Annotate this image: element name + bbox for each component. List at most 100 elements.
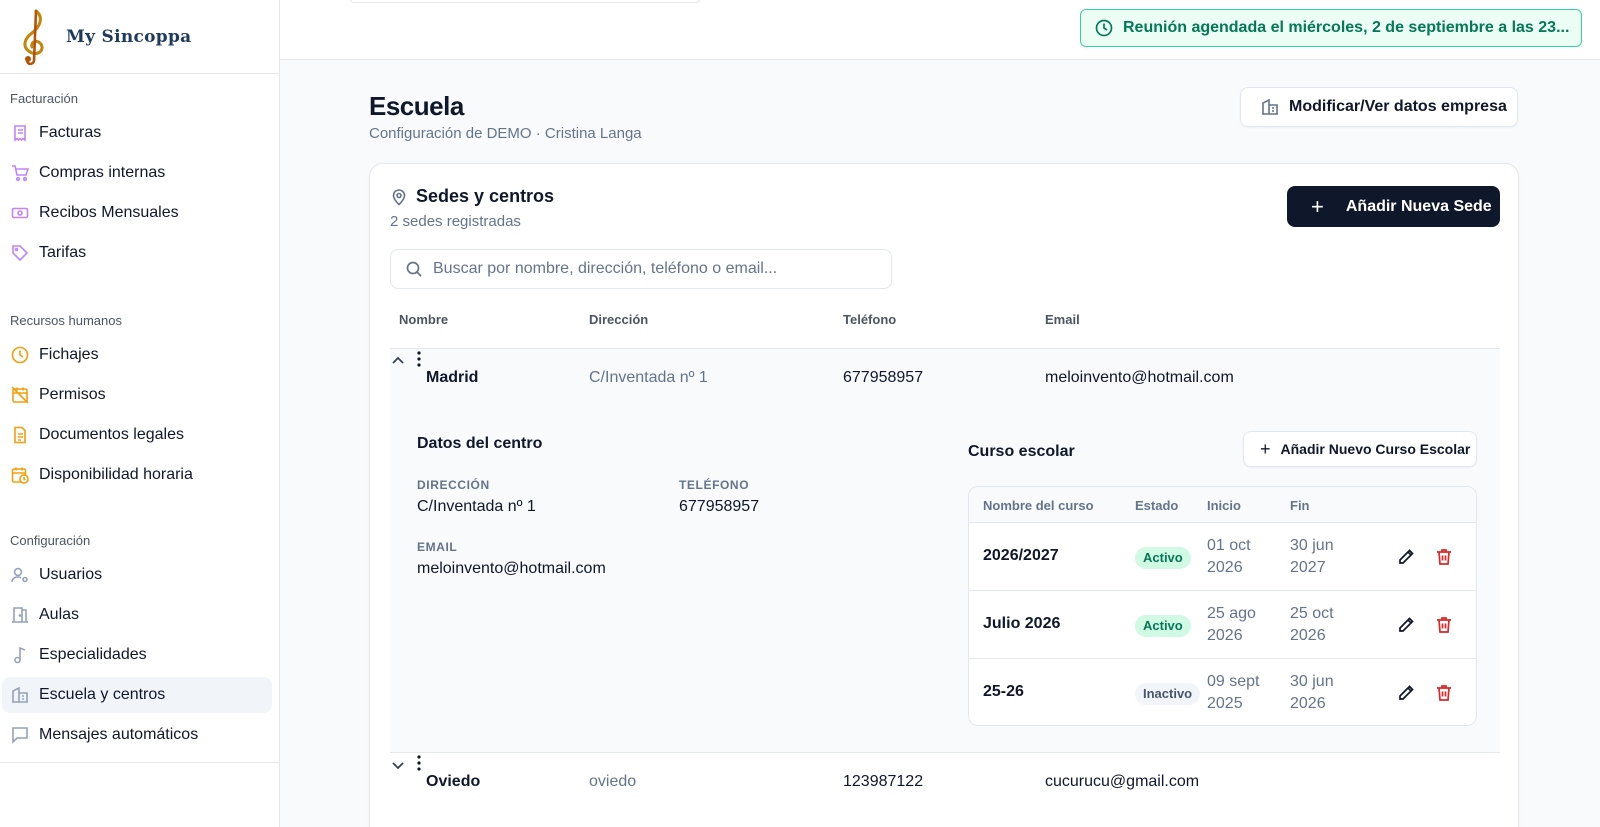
sidebar-item-label: Usuarios: [39, 566, 103, 583]
course-row: 2026/2027 Activo 01 oct 2026 30 jun 2027: [969, 523, 1476, 591]
course-start: 01 oct 2026: [1207, 537, 1251, 576]
sidebar-item-mensajes[interactable]: Mensajes automáticos: [2, 717, 272, 753]
table-row[interactable]: Madrid C/Inventada nº 1 677958957 meloin…: [390, 349, 1500, 408]
sidebar-item-label: Facturas: [39, 124, 102, 141]
clock-icon: [11, 346, 29, 364]
add-course-button[interactable]: + Añadir Nuevo Curso Escolar: [1243, 431, 1477, 467]
section-title-hr: Recursos humanos: [10, 313, 122, 328]
section-title-config: Configuración: [10, 533, 91, 548]
course-end: 30 jun 2026: [1290, 673, 1334, 712]
course-start: 25 ago 2026: [1207, 605, 1256, 644]
sidebar-item-aulas[interactable]: Aulas: [2, 597, 272, 633]
course-name: 2026/2027: [983, 547, 1059, 564]
building-icon: [11, 686, 29, 704]
col-direccion: Dirección: [589, 312, 649, 327]
sede-phone: 123987122: [843, 773, 924, 790]
table-header: Nombre Dirección Teléfono Email: [390, 312, 1500, 338]
table-row[interactable]: Oviedo oviedo 123987122 cucurucu@gmail.c…: [390, 753, 1500, 812]
chevron-down-icon[interactable]: [390, 757, 406, 773]
brand[interactable]: My Sincoppa: [0, 0, 279, 74]
col-email: Email: [1045, 312, 1080, 327]
sidebar-item-label: Mensajes automáticos: [39, 726, 199, 743]
sedes-card: Sedes y centros 2 sedes registradas + Añ…: [369, 163, 1519, 827]
sede-email: meloinvento@hotmail.com: [1045, 369, 1234, 386]
brand-name: My Sincoppa: [66, 26, 192, 47]
sidebar-item-label: Tarifas: [39, 244, 87, 261]
col-telefono: Teléfono: [843, 312, 897, 327]
building-icon: [1262, 98, 1278, 115]
sidebar-item-tarifas[interactable]: Tarifas: [2, 235, 272, 271]
sede-email: cucurucu@gmail.com: [1045, 773, 1200, 790]
receipt-icon: [11, 124, 29, 142]
pencil-icon[interactable]: [1396, 683, 1416, 703]
treble-clef-logo: [23, 9, 44, 65]
card-title: Sedes y centros: [390, 186, 554, 207]
sidebar-item-disponibilidad[interactable]: Disponibilidad horaria: [2, 457, 272, 493]
clock-icon: [1095, 19, 1113, 37]
sidebar-item-label: Documentos legales: [39, 426, 184, 443]
chevron-up-icon[interactable]: [390, 353, 406, 369]
map-pin-icon: [392, 188, 406, 206]
status-badge: Inactivo: [1135, 683, 1201, 705]
col-course-status: Estado: [1135, 498, 1179, 513]
sidebar-item-label: Permisos: [39, 386, 106, 403]
detail-phone: 677958957: [679, 498, 760, 515]
meeting-toast[interactable]: Reunión agendada el miércoles, 2 de sept…: [1080, 9, 1582, 47]
trash-icon[interactable]: [1434, 615, 1454, 635]
sidebar: My Sincoppa Facturación Facturas Compras…: [0, 0, 280, 827]
sidebar-item-especialidades[interactable]: Especialidades: [2, 637, 272, 673]
sidebar-item-escuela[interactable]: Escuela y centros: [2, 677, 272, 713]
user-cog-icon: [11, 566, 29, 584]
add-sede-label: Añadir Nueva Sede: [1345, 197, 1492, 215]
add-sede-button[interactable]: + Añadir Nueva Sede: [1287, 186, 1500, 227]
detail-address-label: DIRECCIÓN: [417, 478, 490, 492]
door-icon: [11, 606, 29, 624]
sidebar-divider: [0, 762, 280, 763]
page-subtitle: Configuración de DEMO · Cristina Langa: [369, 125, 642, 142]
sidebar-item-label: Escuela y centros: [39, 686, 166, 703]
detail-email-label: EMAIL: [417, 540, 458, 554]
sidebar-item-permisos[interactable]: Permisos: [2, 377, 272, 413]
trash-icon[interactable]: [1434, 547, 1454, 567]
sidebar-item-facturas[interactable]: Facturas: [2, 115, 272, 151]
sidebar-item-documentos[interactable]: Documentos legales: [2, 417, 272, 453]
course-end: 30 jun 2027: [1290, 537, 1334, 576]
card-subtitle: 2 sedes registradas: [390, 213, 521, 230]
more-vertical-icon[interactable]: [410, 349, 428, 369]
course-start: 09 sept 2025: [1207, 673, 1260, 712]
course-row: Julio 2026 Activo 25 ago 2026 25 oct 202…: [969, 591, 1476, 659]
more-vertical-icon[interactable]: [410, 753, 428, 773]
search-box[interactable]: [390, 249, 892, 289]
sidebar-item-label: Fichajes: [39, 346, 99, 363]
section-title-billing: Facturación: [10, 91, 78, 106]
document-icon: [11, 426, 29, 444]
course-name: 25-26: [983, 683, 1024, 700]
course-table-header: Nombre del curso Estado Inicio Fin: [969, 487, 1476, 523]
sidebar-item-label: Disponibilidad horaria: [39, 466, 193, 483]
message-icon: [11, 726, 29, 744]
toast-text: Reunión agendada el miércoles, 2 de sept…: [1123, 19, 1570, 36]
sidebar-item-recibos[interactable]: Recibos Mensuales: [2, 195, 272, 231]
sidebar-item-compras[interactable]: Compras internas: [2, 155, 272, 191]
col-course-end: Fin: [1290, 498, 1310, 513]
pencil-icon[interactable]: [1396, 547, 1416, 567]
sidebar-item-label: Especialidades: [39, 646, 147, 663]
music-note-icon: [11, 646, 29, 664]
status-badge: Activo: [1135, 615, 1191, 637]
banknote-icon: [11, 204, 29, 222]
sidebar-item-usuarios[interactable]: Usuarios: [2, 557, 272, 593]
edit-company-button[interactable]: Modificar/Ver datos empresa: [1240, 87, 1518, 127]
trash-icon[interactable]: [1434, 683, 1454, 703]
pencil-icon[interactable]: [1396, 615, 1416, 635]
search-input[interactable]: [433, 260, 873, 278]
sidebar-item-label: Aulas: [39, 606, 80, 623]
plus-icon: +: [1311, 193, 1324, 219]
sede-phone: 677958957: [843, 369, 924, 386]
card-title-text: Sedes y centros: [416, 186, 555, 206]
sede-name: Madrid: [426, 369, 479, 386]
sidebar-item-fichajes[interactable]: Fichajes: [2, 337, 272, 373]
sede-name: Oviedo: [426, 773, 481, 790]
col-course-start: Inicio: [1207, 498, 1241, 513]
col-nombre: Nombre: [399, 312, 449, 327]
search-icon: [406, 261, 422, 277]
